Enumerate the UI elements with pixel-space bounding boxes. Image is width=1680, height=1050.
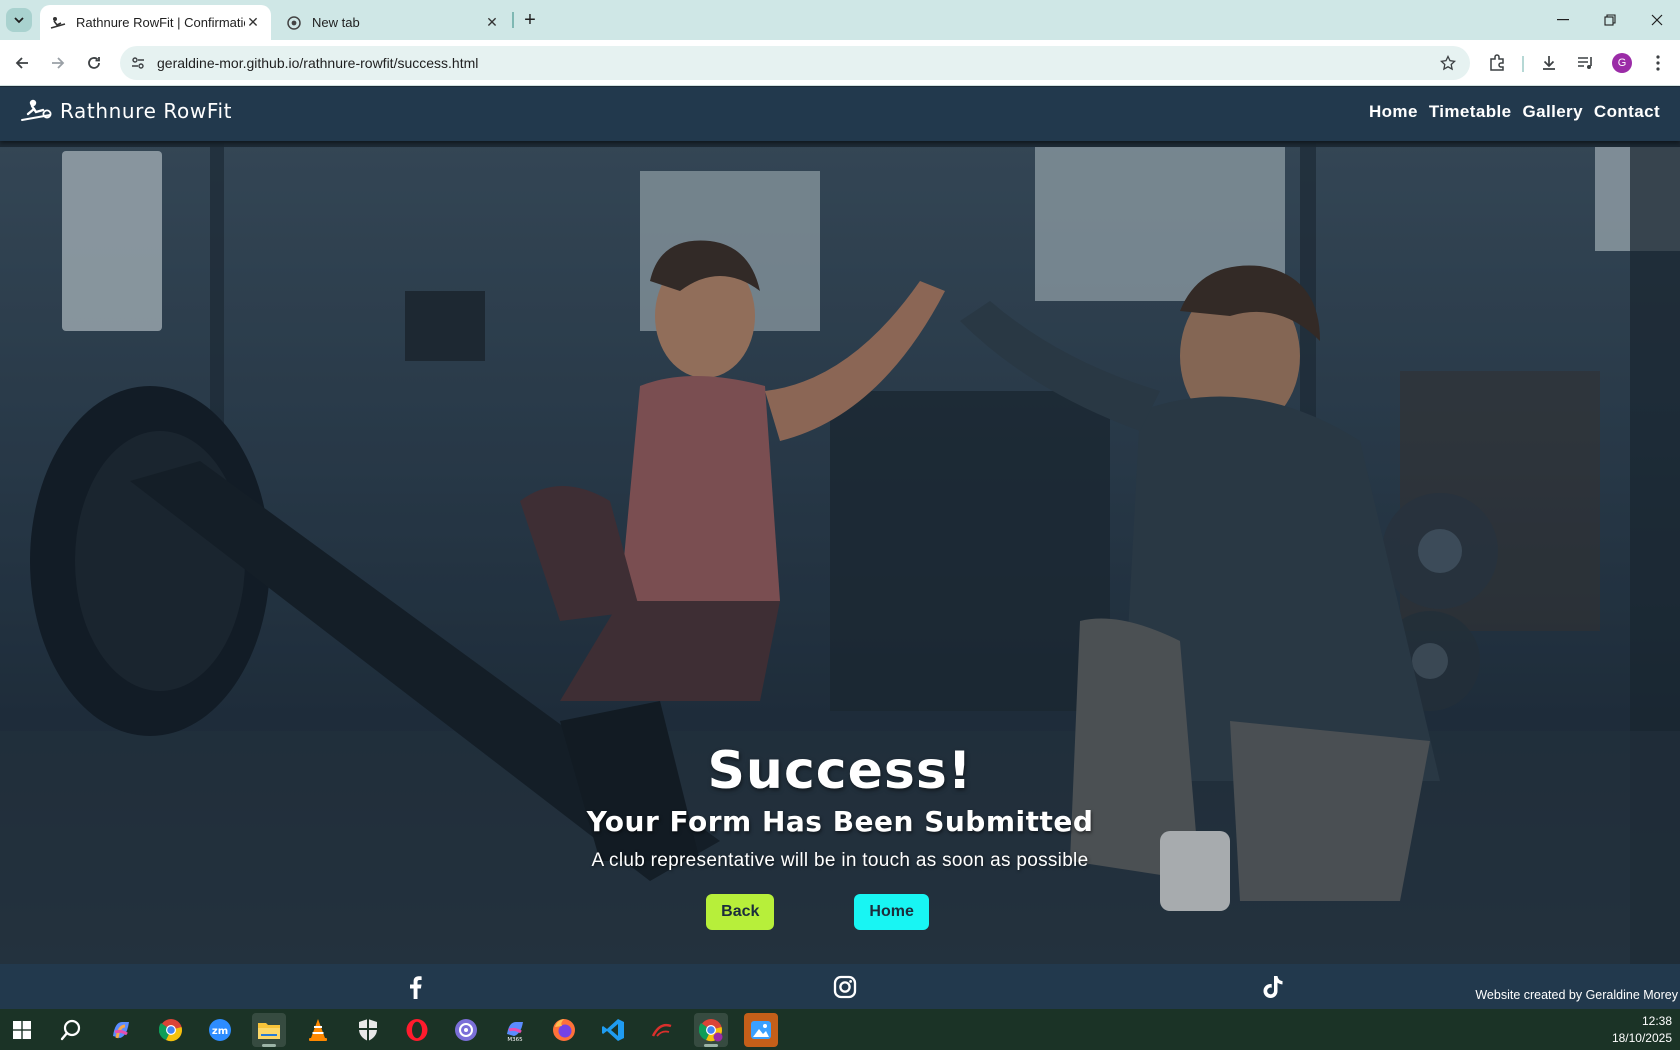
reload-icon[interactable] (80, 49, 108, 77)
m365-icon[interactable]: M365 (498, 1013, 532, 1047)
hero-buttons: Back Home (0, 894, 1680, 930)
copilot-icon[interactable] (104, 1013, 138, 1047)
running-indicator (262, 1044, 276, 1047)
nav-link-home[interactable]: Home (1369, 102, 1418, 122)
running-indicator (704, 1044, 718, 1047)
app-icon[interactable] (645, 1013, 679, 1047)
download-icon[interactable] (1537, 51, 1561, 75)
facebook-icon[interactable] (402, 974, 428, 1000)
close-icon[interactable]: ✕ (484, 14, 500, 31)
profile-avatar[interactable]: G (1612, 53, 1632, 73)
restore-icon[interactable] (1587, 0, 1633, 40)
file-explorer-icon[interactable] (252, 1013, 286, 1047)
clock-date: 18/10/2025 (1611, 1031, 1672, 1045)
close-icon[interactable]: ✕ (245, 14, 261, 31)
new-tab-plus-icon[interactable]: + (518, 8, 542, 32)
tab-separator (512, 12, 514, 28)
svg-text:zm: zm (212, 1026, 228, 1037)
nav-links: Home Timetable Gallery Contact (1369, 102, 1660, 122)
rower-favicon-icon (50, 15, 66, 31)
nav-link-contact[interactable]: Contact (1594, 102, 1660, 122)
site-footer: Website created by Geraldine Morey (0, 964, 1680, 1009)
tab-rathnure-confirmation[interactable]: Rathnure RowFit | Confirmation ✕ (40, 5, 271, 40)
firefox-icon[interactable] (547, 1013, 581, 1047)
nav-link-gallery[interactable]: Gallery (1522, 102, 1582, 122)
hero-content: Success! Your Form Has Been Submitted A … (0, 741, 1680, 930)
security-icon[interactable] (351, 1013, 385, 1047)
tab-search-button[interactable] (6, 8, 32, 32)
address-bar[interactable]: geraldine-mor.github.io/rathnure-rowfit/… (120, 46, 1470, 80)
browser-toolbar: geraldine-mor.github.io/rathnure-rowfit/… (0, 40, 1680, 86)
back-arrow-icon[interactable] (8, 49, 36, 77)
clock-time: 12:38 (1641, 1014, 1672, 1028)
app-icon[interactable] (449, 1013, 483, 1047)
tab-title: New tab (312, 15, 360, 30)
minimize-icon[interactable] (1540, 0, 1586, 40)
site-settings-icon[interactable] (128, 53, 148, 73)
form-submitted-subheading: Your Form Has Been Submitted (586, 805, 1094, 838)
windows-start-icon[interactable] (5, 1013, 39, 1047)
brand-name: Rathnure RowFit (60, 99, 233, 123)
home-button[interactable]: Home (854, 894, 929, 930)
media-controls-icon[interactable] (1573, 51, 1597, 75)
chrome-icon[interactable] (154, 1013, 188, 1047)
kebab-menu-icon[interactable] (1646, 51, 1670, 75)
bookmark-star-icon[interactable] (1436, 51, 1460, 75)
chrome-profile-icon[interactable] (694, 1013, 728, 1047)
chrome-favicon-icon (286, 15, 302, 31)
hero-section: Success! Your Form Has Been Submitted A … (0, 141, 1680, 964)
site-navbar: Rathnure RowFit Home Timetable Gallery C… (0, 87, 1680, 141)
rower-logo-icon (21, 99, 52, 121)
chevron-down-icon (14, 17, 24, 24)
url-text: geraldine-mor.github.io/rathnure-rowfit/… (157, 55, 479, 71)
window-close-icon[interactable] (1634, 0, 1680, 40)
instagram-icon[interactable] (832, 974, 858, 1000)
photos-icon[interactable] (744, 1013, 778, 1047)
vscode-icon[interactable] (596, 1013, 630, 1047)
tiktok-icon[interactable] (1260, 974, 1286, 1000)
windows-taskbar: zm M365 12:38 18/10/2025 (0, 1009, 1680, 1050)
confirmation-message: A club representative will be in touch a… (591, 850, 1089, 871)
opera-icon[interactable] (400, 1013, 434, 1047)
success-heading: Success! (707, 741, 973, 801)
svg-text:M365: M365 (507, 1037, 523, 1042)
brand-link[interactable]: Rathnure RowFit (20, 97, 232, 125)
system-clock[interactable]: 12:38 18/10/2025 (1612, 1013, 1672, 1047)
nav-link-timetable[interactable]: Timetable (1429, 102, 1512, 122)
vlc-icon[interactable] (301, 1013, 335, 1047)
zoom-icon[interactable]: zm (203, 1013, 237, 1047)
forward-arrow-icon[interactable] (44, 49, 72, 77)
extensions-puzzle-icon[interactable] (1485, 51, 1509, 75)
search-icon[interactable] (54, 1013, 88, 1047)
browser-tab-strip: Rathnure RowFit | Confirmation ✕ New tab… (0, 0, 1680, 40)
tab-new-tab[interactable]: New tab ✕ (276, 5, 510, 40)
site-credit: Website created by Geraldine Morey (1475, 988, 1678, 1002)
tab-title: Rathnure RowFit | Confirmation (76, 15, 245, 30)
back-button[interactable]: Back (706, 894, 775, 930)
toolbar-separator (1522, 56, 1524, 72)
